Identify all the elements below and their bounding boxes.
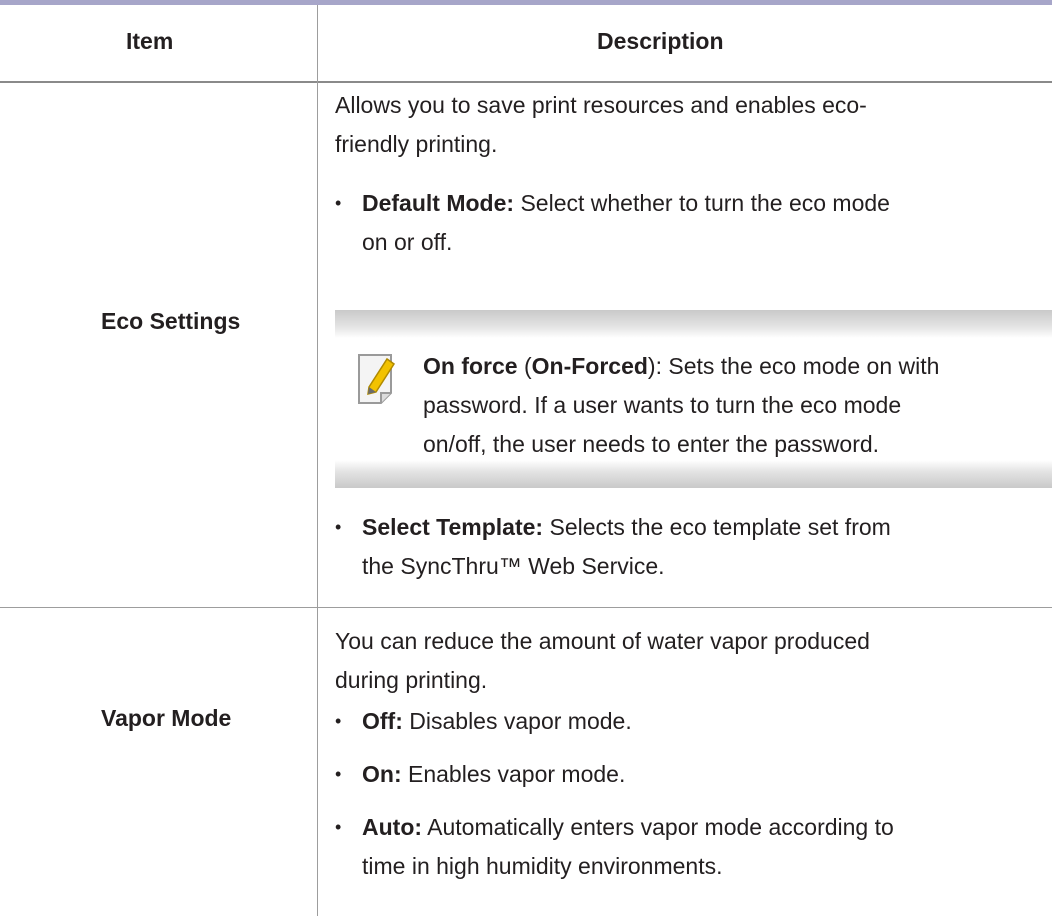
bullet-text: Enables vapor mode.	[401, 761, 626, 787]
bullet-term: Auto:	[362, 814, 423, 840]
eco-intro: Allows you to save print resources and e…	[335, 86, 1035, 164]
bullet-term: Default Mode:	[362, 190, 515, 216]
header-description: Description	[597, 28, 724, 54]
bullet-icon: •	[335, 817, 342, 837]
vapor-intro: You can reduce the amount of water vapor…	[335, 622, 1035, 700]
bullet-text: Select whether to turn the eco mode	[514, 190, 890, 216]
bullet-text-line2: time in high humidity environments.	[362, 853, 723, 879]
note-text: On force (On-Forced): Sets the eco mode …	[423, 347, 1043, 464]
bullet-term: Off:	[362, 708, 403, 734]
bullet-icon: •	[335, 711, 342, 731]
eco-intro-line2: friendly printing.	[335, 131, 498, 157]
bullet-text: Selects the eco template set from	[543, 514, 891, 540]
note-top-band	[335, 310, 1052, 338]
bullet-text: Disables vapor mode.	[402, 708, 632, 734]
note-line2: password. If a user wants to turn the ec…	[423, 392, 902, 418]
bullet-text-line2: the SyncThru™ Web Service.	[362, 553, 665, 579]
vapor-intro-line2: during printing.	[335, 667, 488, 693]
item-eco-settings: Eco Settings	[101, 308, 241, 334]
row-divider	[0, 607, 1052, 608]
column-divider	[317, 5, 318, 916]
note-paren: (	[517, 353, 532, 379]
header-rule	[0, 81, 1052, 83]
note-box: On force (On-Forced): Sets the eco mode …	[335, 310, 1052, 488]
note-term-on-force: On force	[423, 353, 518, 379]
bullet-text-line2: on or off.	[362, 229, 453, 255]
bullet-term: Select Template:	[362, 514, 544, 540]
note-pencil-icon	[358, 354, 396, 404]
bullet-icon: •	[335, 764, 342, 784]
bullet-icon: •	[335, 193, 342, 213]
note-term-on-forced: On-Forced	[531, 353, 648, 379]
bullet-text: Automatically enters vapor mode accordin…	[422, 814, 894, 840]
note-line1: ): Sets the eco mode on with	[647, 353, 940, 379]
eco-intro-line1: Allows you to save print resources and e…	[335, 92, 867, 118]
bullet-icon: •	[335, 517, 342, 537]
note-bottom-band	[335, 460, 1052, 488]
note-line3: on/off, the user needs to enter the pass…	[423, 431, 880, 457]
vapor-intro-line1: You can reduce the amount of water vapor…	[335, 628, 870, 654]
table-top-rule	[0, 0, 1052, 5]
bullet-term: On:	[362, 761, 402, 787]
header-item: Item	[126, 28, 174, 54]
item-vapor-mode: Vapor Mode	[101, 705, 232, 731]
